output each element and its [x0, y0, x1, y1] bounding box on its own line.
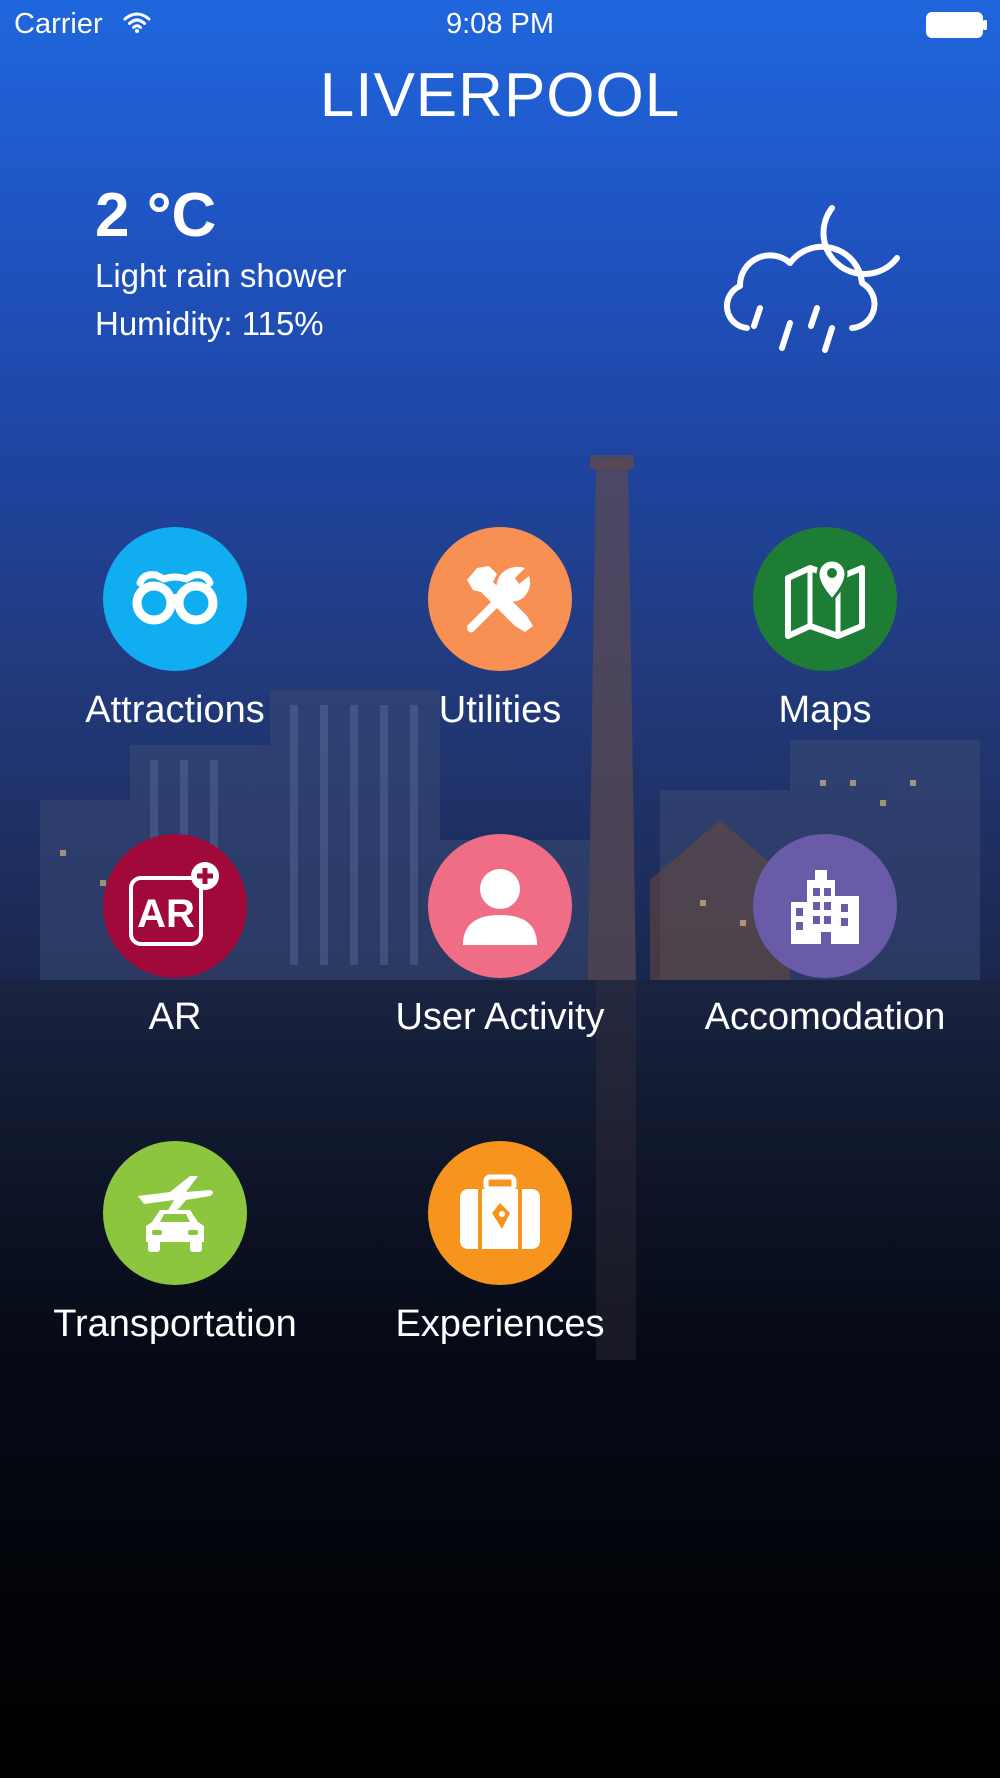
ar-plus-icon: AR [129, 862, 219, 946]
plane-car-icon [138, 1176, 213, 1252]
ar-button[interactable]: AR AR [25, 834, 325, 1064]
maps-button[interactable]: Maps [675, 527, 975, 757]
transportation-circle[interactable] [103, 1141, 247, 1285]
map-pin-icon [785, 558, 865, 639]
attractions-label: Attractions [85, 689, 265, 731]
utilities-label: Utilities [438, 689, 562, 731]
binoculars-icon [132, 571, 218, 625]
transportation-label: Transportation [53, 1303, 297, 1345]
battery-icon [926, 12, 988, 43]
user-activity-circle[interactable] [428, 834, 572, 978]
user-activity-button[interactable]: User Activity [350, 834, 650, 1064]
city-title: LIVERPOOL [319, 61, 681, 130]
temperature: 2 °C [95, 181, 217, 250]
maps-circle[interactable] [753, 527, 897, 671]
clock: 9:08 PM [446, 8, 554, 40]
experiences-circle[interactable] [428, 1141, 572, 1285]
attractions-circle[interactable] [103, 527, 247, 671]
building-icon [791, 870, 859, 944]
ar-label: AR [148, 996, 202, 1038]
svg-text:AR: AR [137, 892, 195, 936]
cloud-rain-moon-icon [712, 198, 902, 373]
accomodation-circle[interactable] [753, 834, 897, 978]
accomodation-button[interactable]: Accomodation [675, 834, 975, 1064]
experiences-button[interactable]: Experiences [350, 1141, 650, 1371]
ar-circle[interactable]: AR [103, 834, 247, 978]
user-activity-label: User Activity [395, 996, 605, 1038]
status-bar: Carrier 9:08 PM [0, 0, 1000, 50]
tools-icon [467, 566, 533, 633]
suitcase-icon [460, 1174, 540, 1249]
transportation-button[interactable]: Transportation [25, 1141, 325, 1371]
utilities-circle[interactable] [428, 527, 572, 671]
experiences-label: Experiences [395, 1303, 605, 1345]
utilities-button[interactable]: Utilities [350, 527, 650, 757]
weather-condition: Light rain shower [95, 257, 347, 294]
attractions-button[interactable]: Attractions [25, 527, 325, 757]
user-icon [463, 869, 537, 945]
accomodation-label: Accomodation [704, 996, 946, 1038]
maps-label: Maps [778, 689, 872, 731]
humidity: Humidity: 115% [95, 305, 324, 342]
